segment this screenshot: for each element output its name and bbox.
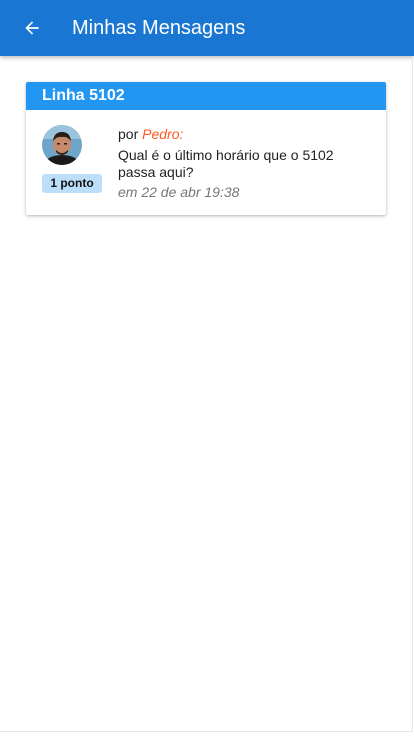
avatar: [42, 125, 82, 165]
card-header-line: Linha 5102: [26, 82, 386, 110]
user-avatar-icon: [42, 125, 82, 165]
app-bar: Minhas Mensagens: [0, 0, 414, 56]
points-badge: 1 ponto: [42, 174, 102, 193]
arrow-left-icon: [25, 21, 39, 35]
page-title: Minhas Mensagens: [72, 17, 246, 39]
message-text: Qual é o último horário que o 5102 passa…: [118, 147, 334, 180]
author-line: por Pedro:: [118, 125, 368, 143]
message-list: Linha 5102 1 ponto por Pedro: Qual é o ú…: [0, 56, 413, 732]
author-name[interactable]: Pedro:: [142, 126, 183, 142]
message-date: em 22 de abr 19:38: [118, 184, 240, 200]
message-card[interactable]: Linha 5102 1 ponto por Pedro: Qual é o ú…: [26, 82, 386, 215]
by-label: por: [118, 126, 139, 142]
message-body: por Pedro: Qual é o último horário que o…: [118, 125, 368, 201]
back-button[interactable]: [14, 10, 50, 46]
